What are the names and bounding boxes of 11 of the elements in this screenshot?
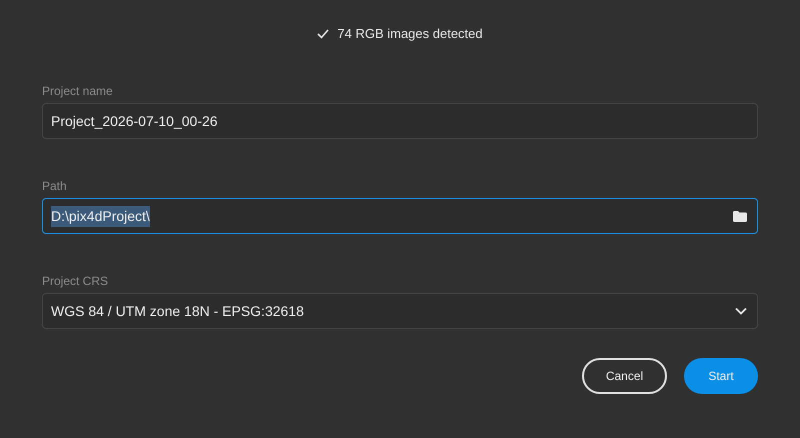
cancel-button[interactable]: Cancel <box>582 358 667 394</box>
select-field[interactable]: WGS 84 / UTM zone 18N - EPSG:32618 <box>42 293 758 329</box>
field-label: Path <box>42 178 68 193</box>
chevron-down-icon[interactable] <box>735 307 747 315</box>
field-label: Project CRS <box>42 273 110 288</box>
field-label: Project name <box>42 83 114 98</box>
folder-icon[interactable] <box>733 210 747 222</box>
checkmark-icon <box>317 29 330 39</box>
input-field[interactable]: D:\pix4dProject\ <box>42 198 758 234</box>
status-message: 74 RGB images detected <box>337 25 483 44</box>
input-field[interactable]: Project_2026-07-10_00-26 <box>42 103 758 139</box>
